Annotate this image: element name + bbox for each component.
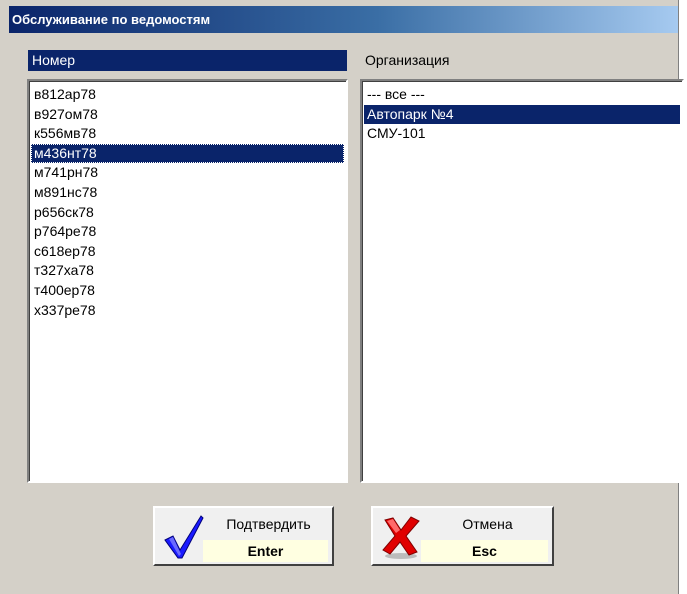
list-item[interactable]: х337ре78 [31, 301, 344, 321]
list-item[interactable]: Автопарк №4 [364, 104, 680, 125]
list-item[interactable]: в812ар78 [31, 85, 344, 105]
numbers-column-header: Номер [28, 50, 347, 71]
confirm-button-label: Подтвердить [226, 516, 311, 532]
list-item[interactable]: м891нс78 [31, 183, 344, 203]
confirm-shortcut-key: Enter [203, 540, 328, 562]
confirm-button[interactable]: Подтвердить Enter [153, 506, 334, 566]
window-title[interactable]: Обслуживание по ведомостям [9, 6, 678, 33]
checkmark-icon [164, 515, 204, 559]
list-item[interactable]: р656ск78 [31, 203, 344, 223]
list-item[interactable]: СМУ-101 [364, 124, 680, 144]
list-item[interactable]: с618ер78 [31, 242, 344, 262]
list-item[interactable]: в927ом78 [31, 105, 344, 125]
list-item[interactable]: т400ер78 [31, 281, 344, 301]
cancel-button-label: Отмена [462, 516, 513, 532]
dialog-window: Обслуживание по ведомостям Номер Организ… [0, 0, 684, 594]
red-x-icon [382, 516, 420, 559]
list-item[interactable]: к556мв78 [31, 124, 344, 144]
organizations-column-header: Организация [365, 52, 450, 68]
organizations-listbox[interactable]: --- все --- Автопарк №4 СМУ-101 [360, 79, 684, 483]
list-item[interactable]: м741рн78 [31, 163, 344, 183]
list-item[interactable]: м436нт78 [31, 143, 344, 164]
list-item[interactable]: р764ре78 [31, 222, 344, 242]
list-item[interactable]: т327ха78 [31, 261, 344, 281]
cancel-button[interactable]: Отмена Esc [371, 506, 554, 566]
numbers-listbox[interactable]: в812ар78 в927ом78 к556мв78 м436нт78 м741рн78… [27, 79, 348, 483]
cancel-shortcut-key: Esc [421, 540, 548, 562]
list-item[interactable]: --- все --- [364, 85, 680, 105]
